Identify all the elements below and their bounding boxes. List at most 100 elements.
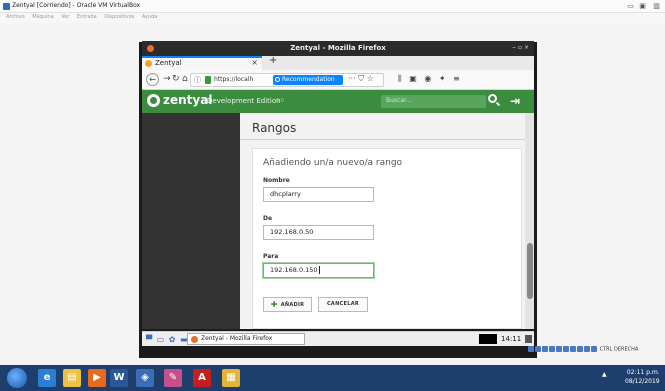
virtualbox-menubar: Archivo Máquina Ver Entrada Dispositivos… <box>0 13 665 23</box>
virtualbox-titlebar: Zentyal [Corriendo] - Oracle VM VirtualB… <box>0 0 665 13</box>
de-field[interactable]: 192.168.0.50 <box>263 225 374 240</box>
add-button[interactable]: ✚ AÑADIR <box>263 297 312 312</box>
guest-task-label: Zentyal - Mozilla Firefox <box>201 335 273 342</box>
page-title: Rangos <box>252 121 297 135</box>
toolbar-icons[interactable]: ⫼ ▣ ◉ ✦ ≡ <box>398 74 460 84</box>
forward-arrow-icon[interactable]: → <box>163 74 171 85</box>
folder-icon[interactable]: ▦ <box>222 369 240 387</box>
virtualbox-window-title: Zentyal [Corriendo] - Oracle VM VirtualB… <box>12 2 141 9</box>
minimize-icon[interactable]: ▭ <box>626 2 635 10</box>
nombre-label: Nombre <box>263 177 290 184</box>
para-field[interactable]: 192.168.0.150 <box>263 263 374 278</box>
menu-entrada[interactable]: Entrada <box>77 14 97 20</box>
tray-arrow-icon[interactable]: ▲ <box>602 371 607 378</box>
cancel-button[interactable]: CANCELAR <box>318 297 368 312</box>
url-bar[interactable]: ⓘ https://localh Recommendation ··· ⛉ ☆ <box>190 73 384 87</box>
recommendation-icon <box>275 77 280 82</box>
library-icon[interactable]: ⫼ <box>398 74 402 83</box>
status-shared-icon[interactable] <box>563 346 569 352</box>
plus-icon: ✚ <box>270 300 278 309</box>
account-icon[interactable]: ◉ <box>424 74 431 83</box>
status-usb-icon[interactable] <box>556 346 562 352</box>
windows-taskbar: e ▤ ▶ W ◈ ✎ A ▦ ▲ 02:11 p.m. 08/12/2019 <box>0 365 665 391</box>
status-cpu-icon[interactable] <box>584 346 590 352</box>
media-player-icon[interactable]: ▶ <box>88 369 106 387</box>
nombre-field[interactable]: dhcplarry <box>263 187 374 202</box>
left-menu-panel <box>142 113 240 329</box>
guest-tray-block <box>479 334 497 344</box>
firefox-navbar: ← → ↻ ⌂ ⓘ https://localh Recommendation … <box>142 70 534 90</box>
paint-icon[interactable]: ✎ <box>164 369 182 387</box>
title-divider <box>240 139 525 140</box>
menu-archivo[interactable]: Archivo <box>6 14 25 20</box>
search-input[interactable]: Buscar... <box>381 95 486 108</box>
ie-icon[interactable]: e <box>38 369 56 387</box>
firefox-window-title: Zentyal - Mozilla Firefox <box>290 44 386 52</box>
scrollbar[interactable] <box>526 113 534 329</box>
info-icon[interactable]: ⓘ <box>194 75 201 85</box>
tab-zentyal[interactable]: Zentyal × <box>142 56 262 70</box>
guest-clock: 14:11 <box>501 335 522 343</box>
scrollbar-thumb[interactable] <box>527 243 533 299</box>
form-title: Añadiendo un/a nuevo/a rango <box>263 158 403 168</box>
main-panel: Rangos Añadiendo un/a nuevo/a rango Nomb… <box>240 113 525 329</box>
status-display-icon[interactable] <box>570 346 576 352</box>
virtualbox-icon[interactable]: ◈ <box>136 369 154 387</box>
extension-icon[interactable]: ✦ <box>439 74 446 83</box>
status-cd-icon[interactable] <box>535 346 541 352</box>
windows-start-icon[interactable] <box>7 368 27 388</box>
zentyal-edition: Development Edition <box>207 97 281 105</box>
status-hdd-icon[interactable] <box>528 346 534 352</box>
firefox-window-controls-icon[interactable]: ‒ ▫ × <box>512 44 529 51</box>
range-form: Añadiendo un/a nuevo/a rango Nombre dhcp… <box>252 148 522 329</box>
windows-time: 02:11 p.m. <box>626 369 660 376</box>
status-capture-icon[interactable] <box>577 346 583 352</box>
word-icon[interactable]: W <box>110 369 128 387</box>
status-network-icon[interactable] <box>549 346 555 352</box>
virtualbox-statusbar: CTRL DERECHA <box>528 346 638 353</box>
lock-icon <box>205 76 211 84</box>
explorer-icon[interactable]: ▤ <box>63 369 81 387</box>
tab-close-icon[interactable]: × <box>251 58 258 67</box>
back-arrow-icon[interactable]: ← <box>146 73 159 86</box>
firefox-titlebar: Zentyal - Mozilla Firefox ‒ ▫ × <box>142 41 534 56</box>
firefox-icon <box>191 336 198 343</box>
zentyal-logo-icon <box>147 94 160 107</box>
logout-icon[interactable]: ⇥ <box>510 94 520 108</box>
zentyal-favicon-icon <box>145 60 152 67</box>
hamburger-menu-icon[interactable]: ≡ <box>453 74 460 83</box>
tab-label: Zentyal <box>155 59 182 67</box>
menu-ayuda[interactable]: Ayuda <box>142 14 157 20</box>
para-label: Para <box>263 253 279 260</box>
host-key-label: CTRL DERECHA <box>599 346 639 353</box>
close-icon[interactable]: ▥ <box>652 2 661 10</box>
sidebar-icon[interactable]: ▣ <box>409 74 417 83</box>
recommendation-button[interactable]: Recommendation <box>273 75 343 85</box>
url-text[interactable]: https://localh <box>214 76 266 83</box>
guest-task-firefox[interactable]: Zentyal - Mozilla Firefox <box>187 333 305 345</box>
status-mouse-icon[interactable] <box>591 346 597 352</box>
maximize-icon[interactable]: ▣ <box>638 2 647 10</box>
reload-icon[interactable]: ↻ <box>172 74 180 85</box>
guest-taskbar: ▀ ▭ ✿ ▬ ■ Zentyal - Mozilla Firefox 14:1… <box>142 331 534 346</box>
home-icon[interactable]: ⌂ <box>182 74 188 85</box>
windows-clock[interactable]: 02:11 p.m. 08/12/2019 <box>625 368 660 386</box>
search-placeholder: Buscar... <box>386 97 412 104</box>
add-button-label: AÑADIR <box>280 302 305 308</box>
new-tab-icon[interactable]: + <box>269 55 277 66</box>
zentyal-header: zentyal Development Edition 6.0 Buscar..… <box>142 90 534 113</box>
de-label: De <box>263 215 273 222</box>
firefox-tabbar: Zentyal × + <box>142 55 534 70</box>
guest-power-icon[interactable] <box>525 335 532 343</box>
para-field-value: 192.168.0.150 <box>270 266 318 274</box>
page-actions-icon[interactable]: ··· ⛉ ☆ <box>348 74 374 84</box>
menu-ver[interactable]: Ver <box>61 14 69 20</box>
windows-date: 08/12/2019 <box>625 378 660 385</box>
virtualbox-app-icon <box>3 3 10 10</box>
zentyal-version: 6.0 <box>276 98 284 104</box>
status-audio-icon[interactable] <box>542 346 548 352</box>
pdf-icon[interactable]: A <box>193 369 211 387</box>
menu-dispositivos[interactable]: Dispositivos <box>104 14 134 20</box>
menu-maquina[interactable]: Máquina <box>32 14 53 20</box>
search-icon[interactable] <box>488 94 497 103</box>
